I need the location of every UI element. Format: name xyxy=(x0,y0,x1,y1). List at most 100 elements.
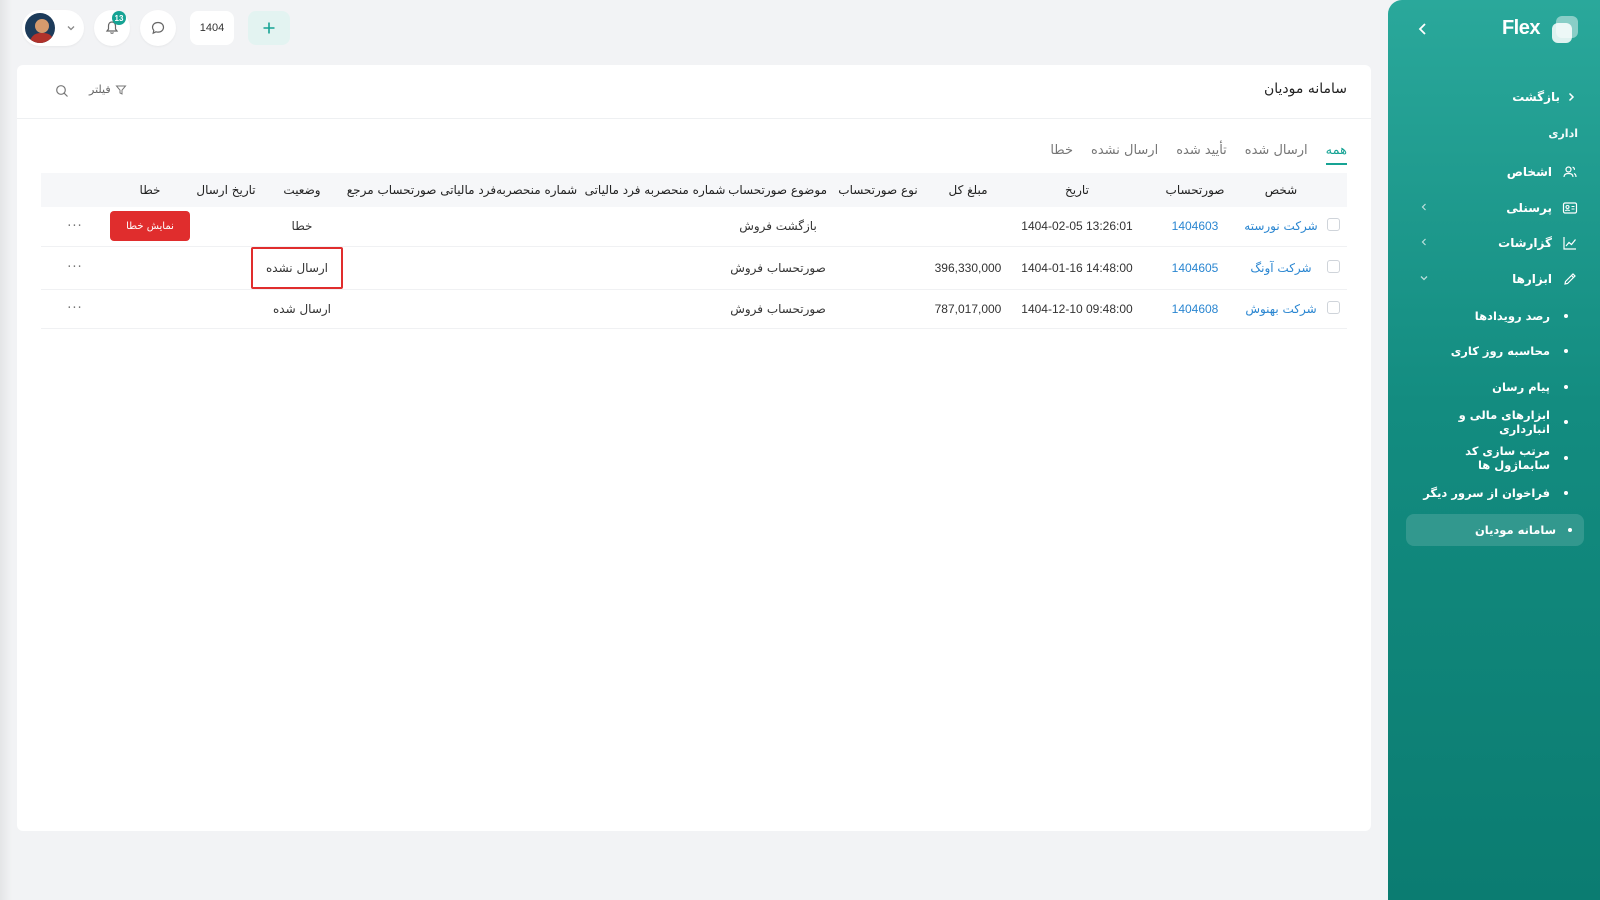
user-menu[interactable] xyxy=(22,10,84,46)
bullet-dot xyxy=(1568,528,1572,532)
row-checkbox[interactable] xyxy=(1326,259,1340,273)
show-error-button[interactable]: نمایش خطا xyxy=(110,211,190,242)
cell-date: 1404-02-05 13:26:01 xyxy=(1007,207,1147,247)
tab-all[interactable]: همه xyxy=(1325,143,1347,165)
table-row[interactable]: شرکت نورسته 1404603 1404-02-05 13:26:01 … xyxy=(41,207,1347,247)
sidebar-subitem-label: سامانه مودیان xyxy=(1474,523,1556,537)
sidebar-subitem-workday-calc[interactable]: محاسبه روز کاری xyxy=(1408,338,1578,364)
notifications-button[interactable]: 13 xyxy=(94,10,130,46)
cell-status: ارسال نشده xyxy=(251,246,343,290)
tab-approved[interactable]: تأیید شده xyxy=(1176,143,1227,165)
back-label: بازگشت xyxy=(1512,90,1560,104)
cell-invoice-subject: بازگشت فروش xyxy=(729,207,827,247)
header-tax-id[interactable]: شماره منحصربه فرد مالیاتی xyxy=(581,173,729,207)
chart-icon xyxy=(1562,235,1578,251)
cell-person[interactable]: شرکت بهنوش xyxy=(1243,289,1319,329)
bullet-dot xyxy=(1564,491,1568,495)
cell-total: 396,330,000 xyxy=(929,246,1007,290)
cell-send-date xyxy=(191,289,261,329)
cell-error xyxy=(109,289,191,329)
cell-ref-tax-id xyxy=(343,289,581,329)
header-total[interactable]: مبلغ کل xyxy=(929,173,1007,207)
header-ref-tax-id[interactable]: شماره منحصربه‌فرد مالیاتی صورتحساب مرجع xyxy=(343,173,581,207)
bullet-dot xyxy=(1564,314,1568,318)
row-checkbox[interactable] xyxy=(1326,300,1340,314)
sidebar-item-label: اشخاص xyxy=(1506,165,1552,179)
sidebar-item-personnel[interactable]: پرسنلی xyxy=(1408,196,1578,220)
chevron-right-icon xyxy=(1568,92,1575,102)
brand-name: Flex xyxy=(1501,17,1541,39)
sidebar-subitem-finance-tools[interactable]: ابزارهای مالی و انبارداری xyxy=(1408,408,1578,436)
add-button[interactable] xyxy=(248,11,290,45)
header-invoice-type[interactable]: نوع صورتحساب xyxy=(827,173,929,207)
sidebar-item-tools[interactable]: ابزارها xyxy=(1408,267,1578,291)
cell-tax-id xyxy=(581,289,729,329)
cell-error xyxy=(109,246,191,290)
cell-invoice[interactable]: 1404608 xyxy=(1147,289,1243,329)
cell-person[interactable]: شرکت نورسته xyxy=(1243,207,1319,247)
cell-status: خطا xyxy=(261,207,343,247)
chat-button[interactable] xyxy=(140,10,176,46)
table-row[interactable]: شرکت بهنوش 1404608 1404-12-10 09:48:00 7… xyxy=(41,289,1347,329)
search-icon[interactable] xyxy=(55,84,69,98)
sidebar-subitem-label: محاسبه روز کاری xyxy=(1450,344,1550,358)
chevron-left-icon xyxy=(1421,203,1426,211)
tab-not-sent[interactable]: ارسال نشده xyxy=(1091,143,1158,165)
sidebar-subitem-event-monitor[interactable]: رصد رویدادها xyxy=(1408,303,1578,329)
more-actions-icon[interactable]: ··· xyxy=(67,260,82,275)
cell-ref-tax-id xyxy=(343,246,581,290)
bullet-dot xyxy=(1564,385,1568,389)
cell-date: 1404-01-16 14:48:00 xyxy=(1007,246,1147,290)
more-actions-icon[interactable]: ··· xyxy=(67,219,82,234)
sidebar-subitem-label: مرتب سازی کد سابماژول ها xyxy=(1465,444,1550,472)
sidebar-subitem-label: فراخوان از سرور دیگر xyxy=(1423,486,1550,500)
status-highlight-box: ارسال نشده xyxy=(251,246,343,289)
chevron-left-icon xyxy=(1421,238,1426,246)
chevron-left-icon[interactable] xyxy=(1414,20,1432,38)
cell-actions: ··· xyxy=(41,246,109,290)
row-checkbox[interactable] xyxy=(1326,218,1340,232)
cell-status: ارسال شده xyxy=(261,289,343,329)
cell-invoice-type xyxy=(827,289,929,329)
notification-count-badge: 13 xyxy=(112,11,126,25)
sidebar-subitem-label: پیام رسان xyxy=(1492,380,1550,394)
more-actions-icon[interactable]: ··· xyxy=(67,301,82,316)
sidebar-subitem-taxpayer-system[interactable]: سامانه مودیان xyxy=(1406,514,1584,546)
header-invoice-subject[interactable]: موضوع صورتحساب xyxy=(729,173,827,207)
sidebar-item-label: گزارشات xyxy=(1498,236,1552,250)
header-status[interactable]: وضعیت xyxy=(261,173,343,207)
tab-error[interactable]: خطا xyxy=(1050,143,1073,165)
table-header-row: شخص صورتحساب تاریخ مبلغ کل نوع صورتحساب … xyxy=(41,173,1347,207)
cell-actions: ··· xyxy=(41,207,109,247)
cell-tax-id xyxy=(581,207,729,247)
pencil-icon xyxy=(1562,271,1578,287)
status-tabs: همه ارسال شده تأیید شده ارسال نشده خطا xyxy=(1050,143,1347,165)
sidebar-item-persons[interactable]: اشخاص xyxy=(1408,160,1578,184)
sidebar-section-label: اداری xyxy=(1548,127,1578,140)
tab-sent[interactable]: ارسال شده xyxy=(1245,143,1308,165)
sidebar-subitem-remote-fetch[interactable]: فراخوان از سرور دیگر xyxy=(1408,480,1578,506)
header-error[interactable]: خطا xyxy=(109,173,191,207)
cell-invoice[interactable]: 1404605 xyxy=(1147,246,1243,290)
cell-invoice-subject: صورتحساب فروش xyxy=(729,246,827,290)
table-row[interactable]: شرکت آونگ 1404605 1404-01-16 14:48:00 39… xyxy=(41,246,1347,290)
sidebar-subitem-submodule-sort[interactable]: مرتب سازی کد سابماژول ها xyxy=(1408,444,1578,472)
sidebar-item-reports[interactable]: گزارشات xyxy=(1408,231,1578,255)
sidebar-subitem-label: رصد رویدادها xyxy=(1474,309,1550,323)
cell-actions: ··· xyxy=(41,289,109,329)
chevron-down-icon xyxy=(67,26,75,31)
back-link[interactable]: بازگشت xyxy=(1512,90,1576,104)
cell-invoice[interactable]: 1404603 xyxy=(1147,207,1243,247)
cell-person[interactable]: شرکت آونگ xyxy=(1243,246,1319,290)
cell-tax-id xyxy=(581,246,729,290)
sidebar-subitem-messenger[interactable]: پیام رسان xyxy=(1408,374,1578,400)
header-person[interactable]: شخص xyxy=(1243,173,1319,207)
row-checkbox-cell xyxy=(1319,289,1347,329)
fiscal-year-button[interactable]: 1404 xyxy=(190,11,234,45)
avatar xyxy=(25,13,55,43)
header-date[interactable]: تاریخ xyxy=(1007,173,1147,207)
header-send-date[interactable]: تاریخ ارسال xyxy=(191,173,261,207)
filter-label: فیلتر xyxy=(89,83,111,96)
filter-button[interactable]: فیلتر xyxy=(89,83,127,96)
header-invoice[interactable]: صورتحساب xyxy=(1147,173,1243,207)
